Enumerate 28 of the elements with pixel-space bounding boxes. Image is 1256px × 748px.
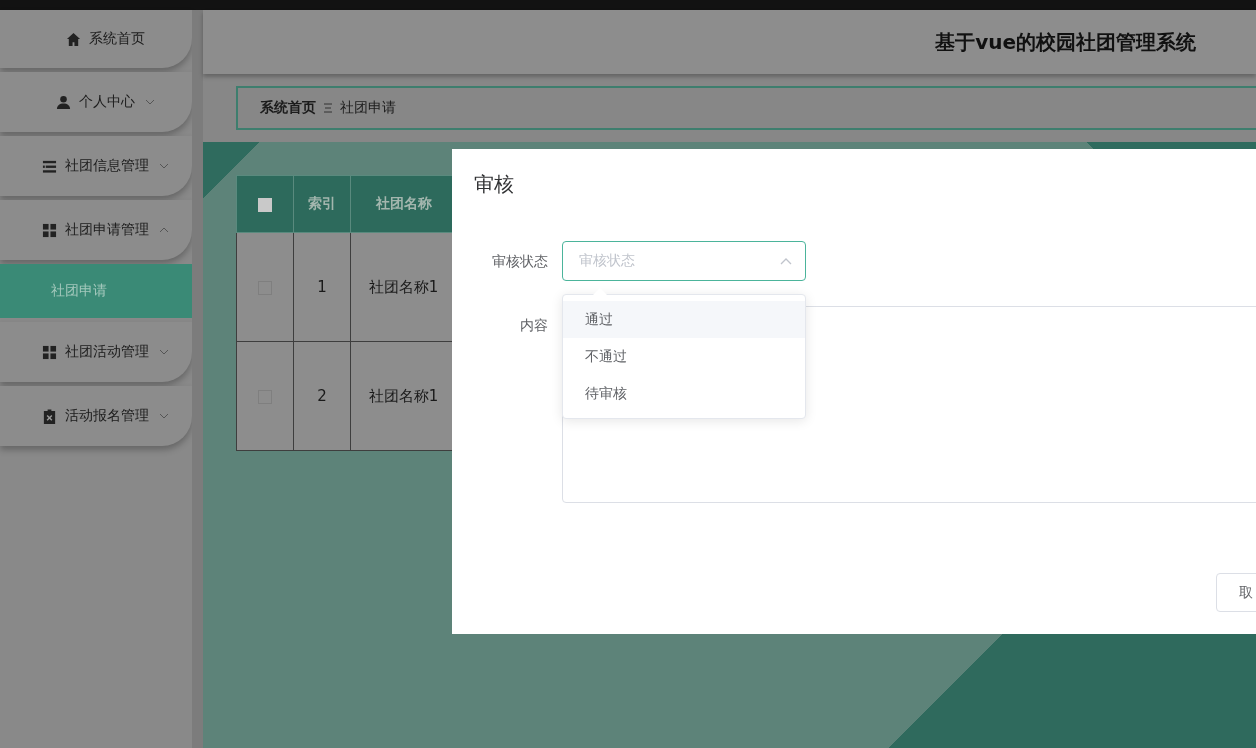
dialog-title: 审核 <box>474 171 515 198</box>
user-icon <box>55 94 71 110</box>
dropdown-option[interactable]: 通过 <box>563 301 805 338</box>
app-title: 基于vue的校园社团管理系统 <box>935 28 1196 56</box>
checkbox[interactable] <box>258 198 272 212</box>
cancel-button[interactable]: 取 <box>1216 573 1256 612</box>
list-icon <box>41 158 57 174</box>
sidebar-item[interactable]: 社团信息管理 <box>0 136 192 196</box>
grid-icon <box>41 344 57 360</box>
field-label: 审核状态 <box>491 252 549 271</box>
breadcrumb-link[interactable]: 社团申请 <box>340 99 396 117</box>
table-header-cell: 索引 <box>293 175 351 233</box>
separator-icon <box>324 103 332 113</box>
chevron-up-icon <box>780 257 792 265</box>
table-cell: 1 <box>293 232 351 342</box>
table-cell: 2 <box>293 341 351 451</box>
sidebar-item[interactable]: 系统首页 <box>0 10 192 68</box>
sidebar-item[interactable]: 活动报名管理 <box>0 386 192 446</box>
dropdown-option[interactable]: 待审核 <box>563 375 805 412</box>
home-icon <box>65 31 81 47</box>
grid-icon <box>41 222 57 238</box>
sidebar-item[interactable]: 个人中心 <box>0 72 192 132</box>
field-label: 内容 <box>519 316 549 335</box>
clipboard-icon <box>41 408 57 424</box>
sidebar-item[interactable]: 社团申请管理 <box>0 200 192 260</box>
sidebar-item[interactable]: 社团活动管理 <box>0 322 192 382</box>
dropdown-option[interactable]: 不通过 <box>563 338 805 375</box>
breadcrumb-link[interactable]: 系统首页 <box>260 99 316 117</box>
